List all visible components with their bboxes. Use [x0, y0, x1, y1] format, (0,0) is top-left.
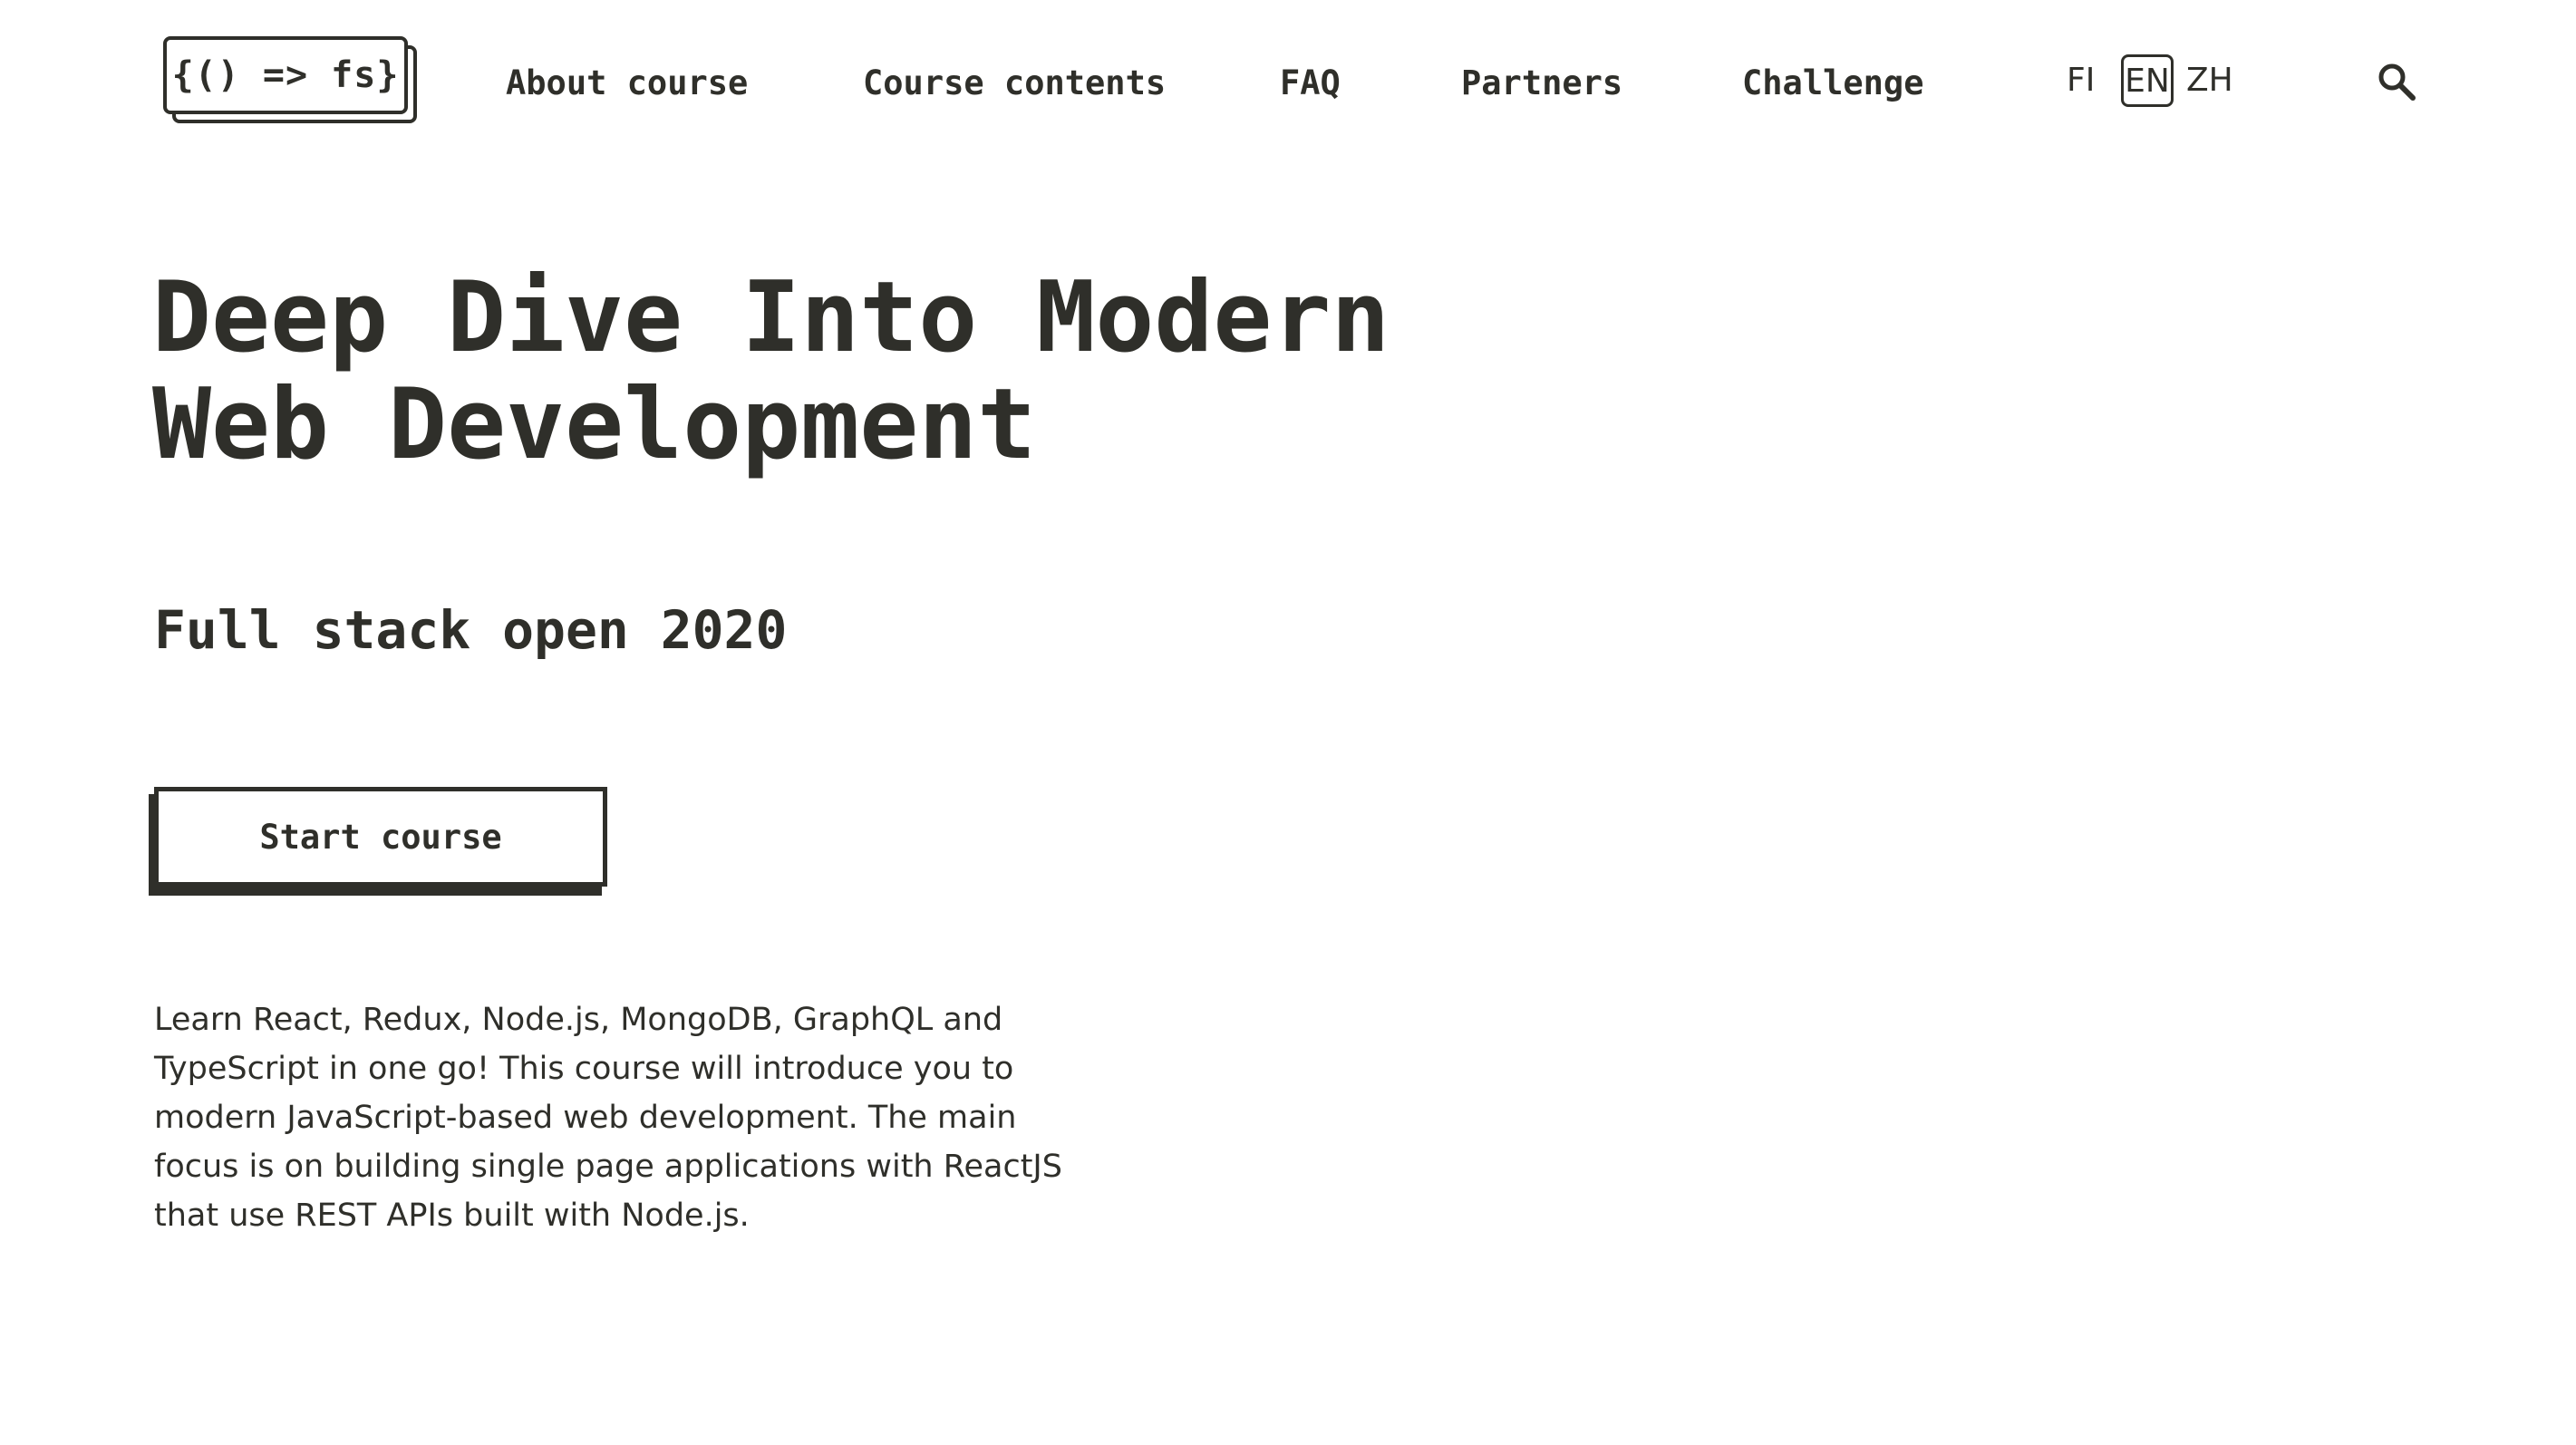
logo[interactable]: {() => fs} — [163, 36, 417, 123]
course-intro-text: Learn React, Redux, Node.js, MongoDB, Gr… — [154, 1002, 1062, 1234]
page-title-line-1: Deep Dive Into Modern — [152, 261, 1390, 374]
nav-partners[interactable]: Partners — [1461, 63, 1622, 102]
nav-faq[interactable]: FAQ — [1280, 63, 1341, 102]
search-icon — [2378, 63, 2416, 101]
nav-challenge[interactable]: Challenge — [1742, 63, 1923, 102]
logo-text: {() => fs} — [171, 54, 400, 96]
page-title: Deep Dive Into Modern Web Development — [152, 265, 1512, 479]
start-course-wrapper: Start course — [149, 787, 611, 897]
logo-frame: {() => fs} — [163, 36, 408, 114]
language-fi[interactable]: FI — [2067, 62, 2095, 99]
search-button[interactable] — [2375, 60, 2418, 103]
nav-about-course[interactable]: About course — [506, 63, 748, 102]
language-zh[interactable]: ZH — [2186, 62, 2233, 99]
page-title-line-2: Web Development — [152, 368, 1037, 481]
start-course-button[interactable]: Start course — [154, 787, 607, 887]
nav-course-contents[interactable]: Course contents — [863, 63, 1166, 102]
page-subtitle: Full stack open 2020 — [154, 599, 788, 661]
language-en-selected[interactable]: EN — [2121, 54, 2174, 107]
